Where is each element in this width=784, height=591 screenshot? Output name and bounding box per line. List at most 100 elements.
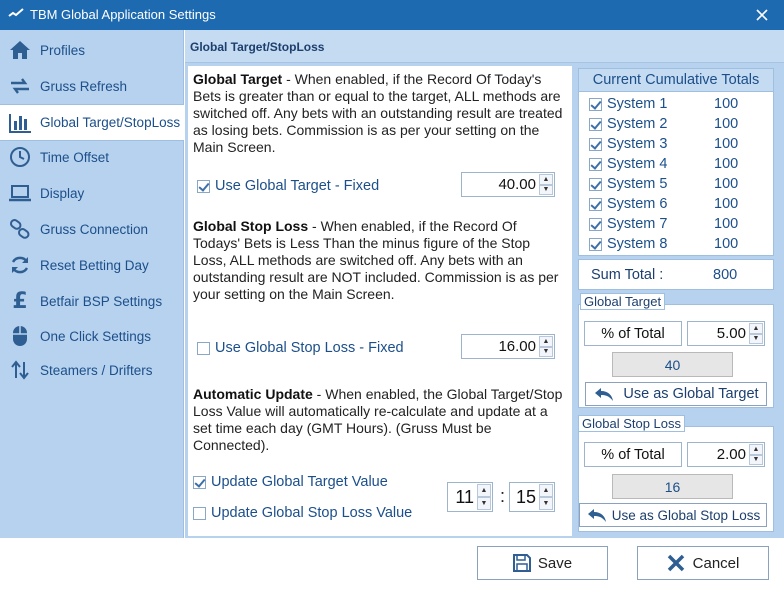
cancel-button[interactable]: Cancel — [637, 546, 769, 580]
home-icon — [8, 38, 32, 62]
spin-down-icon[interactable]: ▼ — [749, 454, 763, 465]
system-name: System 1 — [607, 96, 668, 112]
hour-value: 11 — [455, 487, 474, 507]
target-result: 40 — [612, 352, 733, 377]
sum-total-box: Sum Total : 800 — [578, 259, 774, 290]
spin-up-icon[interactable]: ▲ — [539, 336, 553, 347]
update-target-label: Update Global Target Value — [211, 474, 388, 490]
update-stop-loss-row[interactable]: Update Global Stop Loss Value — [193, 505, 412, 521]
list-item[interactable]: System 1 100 — [589, 94, 738, 114]
use-global-target-checkbox[interactable] — [197, 179, 210, 193]
system-name: System 5 — [607, 176, 668, 192]
hour-spinner[interactable]: 11 ▲ ▼ — [447, 482, 493, 512]
sidebar-item-label: Display — [40, 185, 85, 201]
sidebar-item-label: Gruss Connection — [40, 221, 149, 237]
floppy-disk-icon — [512, 554, 531, 572]
update-stop-loss-label: Update Global Stop Loss Value — [211, 505, 413, 521]
spin-down-icon[interactable]: ▼ — [749, 333, 763, 344]
sidebar-item-display[interactable]: Display — [0, 176, 184, 210]
clock-icon — [8, 145, 32, 169]
spin-down-icon[interactable]: ▼ — [539, 497, 553, 510]
use-as-global-target-button[interactable]: Use as Global Target — [585, 382, 767, 406]
use-global-stop-loss-checkbox[interactable] — [197, 341, 210, 355]
stop-percent-spinner[interactable]: 2.00 ▲ ▼ — [687, 442, 765, 467]
list-item[interactable]: System 3 100 — [589, 134, 738, 154]
save-button[interactable]: Save — [477, 546, 608, 580]
system-checkbox[interactable] — [589, 217, 602, 231]
button-label: Save — [537, 554, 573, 572]
list-item[interactable]: System 8 100 — [589, 234, 738, 254]
close-icon — [667, 554, 684, 572]
button-label: Cancel — [692, 554, 740, 572]
sidebar-item-label: Time Offset — [40, 149, 110, 165]
sidebar-item-global-target[interactable]: Global Target/StopLoss — [0, 104, 184, 141]
sidebar-item-label: Reset Betting Day — [40, 257, 149, 273]
use-as-global-stop-loss-button[interactable]: Use as Global Stop Loss — [579, 503, 767, 527]
update-target-row[interactable]: Update Global Target Value — [193, 474, 388, 490]
sum-total-label: Sum Total : — [591, 267, 664, 283]
global-stop-loss-value: 16.00 — [498, 338, 536, 355]
minute-spinner[interactable]: 15 ▲ ▼ — [509, 482, 555, 512]
system-value: 100 — [714, 116, 739, 132]
sidebar-item-label: One Click Settings — [40, 328, 152, 344]
sidebar-item-gruss-connection[interactable]: Gruss Connection — [0, 212, 184, 246]
list-item[interactable]: System 7 100 — [589, 214, 738, 234]
spin-down-icon[interactable]: ▼ — [477, 497, 491, 510]
totals-title: Current Cumulative Totals — [579, 69, 773, 92]
system-checkbox[interactable] — [589, 237, 602, 251]
system-checkbox[interactable] — [589, 137, 602, 151]
spin-up-icon[interactable]: ▲ — [539, 484, 553, 497]
sum-total-value: 800 — [713, 267, 738, 283]
global-stop-loss-description: Global Stop Loss - When enabled, if the … — [193, 218, 565, 303]
system-checkbox[interactable] — [589, 157, 602, 171]
spin-up-icon[interactable]: ▲ — [749, 323, 763, 334]
sidebar-item-label: Global Target/StopLoss — [40, 115, 181, 130]
list-item[interactable]: System 6 100 — [589, 194, 738, 214]
list-item[interactable]: System 5 100 — [589, 174, 738, 194]
use-global-target-row[interactable]: Use Global Target - Fixed — [197, 178, 379, 194]
system-name: System 3 — [607, 136, 668, 152]
use-global-stop-loss-row[interactable]: Use Global Stop Loss - Fixed — [197, 340, 404, 356]
stop-result: 16 — [612, 474, 733, 499]
target-percent-spinner[interactable]: 5.00 ▲ ▼ — [687, 321, 765, 346]
system-checkbox[interactable] — [589, 197, 602, 211]
system-checkbox[interactable] — [589, 177, 602, 191]
target-percent-value: 5.00 — [716, 325, 746, 342]
global-target-group-title: Global Target — [580, 293, 666, 310]
global-stop-loss-group: % of Total 2.00 ▲ ▼ 16 Use as Global Stop… — [578, 426, 774, 532]
footer: Save Cancel — [0, 538, 784, 591]
system-value: 100 — [714, 96, 739, 112]
sidebar-item-label: Profiles — [40, 42, 86, 58]
sidebar-item-profiles[interactable]: Profiles — [0, 33, 184, 67]
global-stop-loss-spinner[interactable]: 16.00 ▲ ▼ — [461, 334, 555, 359]
close-icon — [756, 9, 768, 21]
sidebar-item-reset-betting-day[interactable]: Reset Betting Day — [0, 248, 184, 282]
title-bar: TBM Global Application Settings — [0, 0, 784, 30]
global-target-spinner[interactable]: 40.00 ▲ ▼ — [461, 172, 555, 197]
sidebar-item-time-offset[interactable]: Time Offset — [0, 140, 184, 174]
sidebar-item-betfair-bsp[interactable]: £ Betfair BSP Settings — [0, 284, 184, 318]
pound-icon: £ — [12, 288, 28, 314]
list-item[interactable]: System 4 100 — [589, 154, 738, 174]
list-item[interactable]: System 2 100 — [589, 114, 738, 134]
system-checkbox[interactable] — [589, 97, 602, 111]
system-value: 100 — [714, 156, 739, 172]
sidebar-item-one-click[interactable]: One Click Settings — [0, 319, 184, 353]
update-stop-loss-checkbox[interactable] — [193, 506, 206, 520]
undo-arrow-icon — [595, 388, 614, 401]
update-target-checkbox[interactable] — [193, 475, 206, 489]
spin-up-icon[interactable]: ▲ — [749, 444, 763, 455]
system-checkbox[interactable] — [589, 117, 602, 131]
spin-up-icon[interactable]: ▲ — [539, 174, 553, 185]
system-value: 100 — [714, 176, 739, 192]
use-global-target-label: Use Global Target - Fixed — [215, 178, 380, 194]
sidebar-item-steamers-drifters[interactable]: Steamers / Drifters — [0, 353, 184, 387]
spin-down-icon[interactable]: ▼ — [539, 184, 553, 195]
sidebar-item-gruss-refresh[interactable]: Gruss Refresh — [0, 69, 184, 103]
close-button[interactable] — [740, 0, 784, 30]
laptop-icon — [8, 181, 32, 205]
spin-down-icon[interactable]: ▼ — [539, 346, 553, 357]
main-panel: Global Target/StopLoss Global Target - W… — [185, 30, 784, 538]
spin-up-icon[interactable]: ▲ — [477, 484, 491, 497]
button-label: Use as Global Target — [623, 386, 759, 402]
